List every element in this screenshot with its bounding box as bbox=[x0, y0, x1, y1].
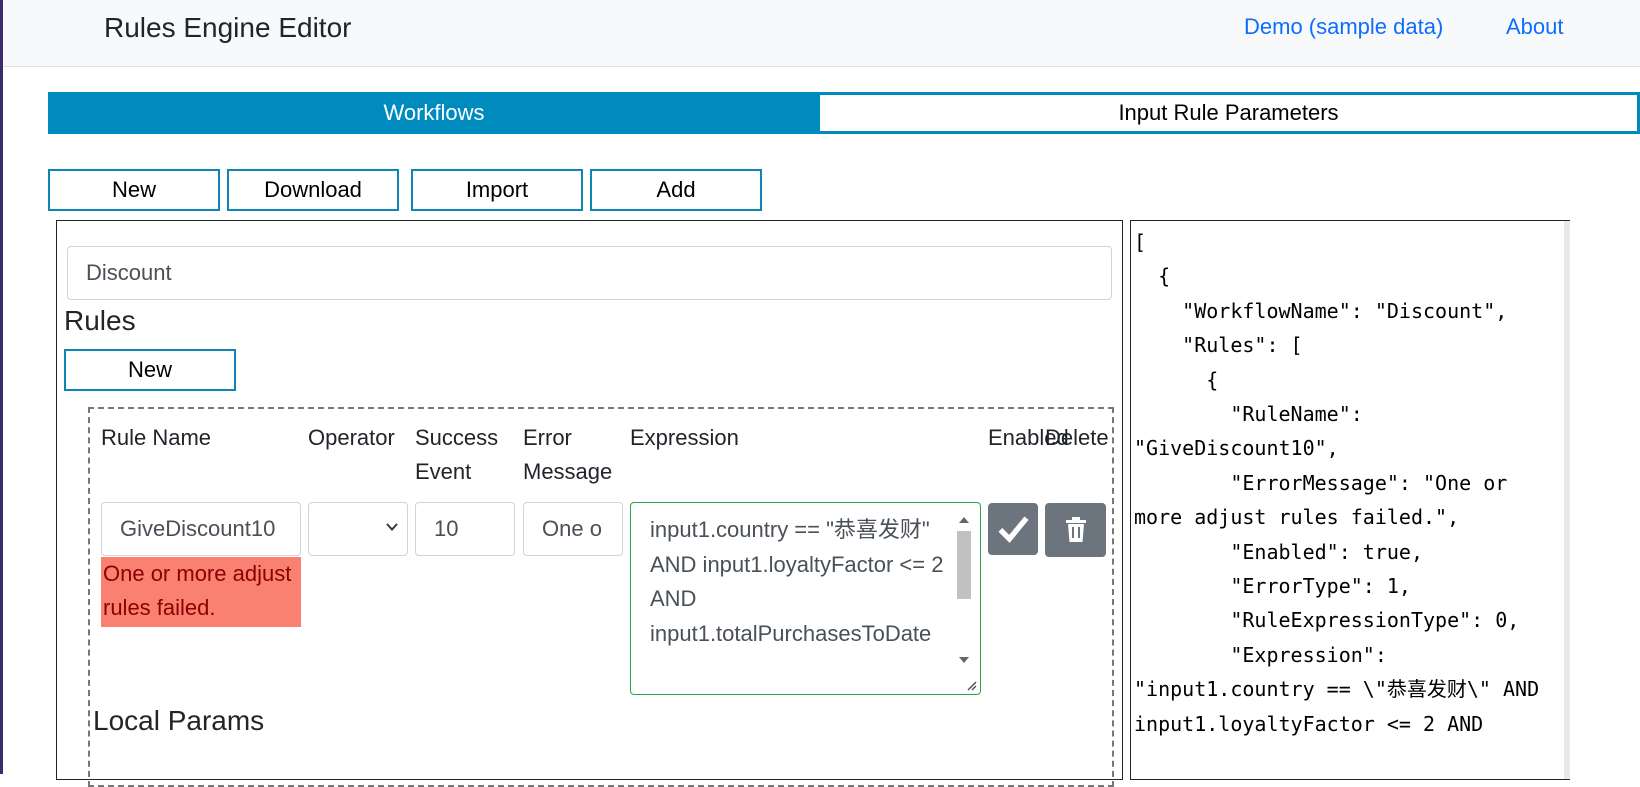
tab-workflows[interactable]: Workflows bbox=[48, 92, 820, 134]
enabled-toggle-button[interactable] bbox=[988, 503, 1038, 555]
trash-icon bbox=[1065, 517, 1086, 542]
rule-validation-error: One or more adjust rules failed. bbox=[101, 557, 301, 627]
json-preview-scrollbar[interactable] bbox=[1564, 221, 1570, 779]
expression-textarea[interactable]: input1.country == "恭喜发财" AND input1.loya… bbox=[630, 502, 981, 695]
app-title: Rules Engine Editor bbox=[104, 12, 352, 43]
top-navbar: Rules Engine Editor Demo (sample data) A… bbox=[3, 0, 1640, 67]
error-message-input[interactable]: One o bbox=[523, 502, 623, 556]
expression-text: input1.country == "恭喜发财" AND input1.loya… bbox=[650, 517, 944, 646]
rules-heading: Rules bbox=[64, 305, 136, 336]
delete-rule-button[interactable] bbox=[1045, 503, 1106, 557]
workflow-editor-panel: Rules New Rule Name Operator Success Eve… bbox=[56, 220, 1123, 787]
column-header-error-message: Error Message bbox=[523, 425, 613, 484]
column-header-success-event: Success Event bbox=[415, 425, 499, 484]
json-preview-text: [ { "WorkflowName": "Discount", "Rules":… bbox=[1134, 230, 1540, 736]
rule-editor: Rule Name Operator Success Event Error M… bbox=[88, 407, 1114, 787]
column-header-delete: Delete bbox=[1045, 425, 1109, 450]
success-event-input[interactable]: 10 bbox=[415, 502, 515, 556]
column-header-expression: Expression bbox=[630, 425, 739, 450]
operator-select[interactable] bbox=[308, 502, 408, 556]
nav-about-link[interactable]: About bbox=[1506, 14, 1564, 40]
resize-grip-icon[interactable] bbox=[965, 679, 977, 691]
tab-input-rule-parameters[interactable]: Input Rule Parameters bbox=[820, 92, 1640, 134]
json-preview-panel[interactable]: [ { "WorkflowName": "Discount", "Rules":… bbox=[1130, 220, 1570, 780]
error-message-visible-text: One o bbox=[542, 516, 602, 541]
add-button[interactable]: Add bbox=[590, 169, 762, 211]
new-rule-button[interactable]: New bbox=[64, 349, 236, 391]
new-workflow-button[interactable]: New bbox=[48, 169, 220, 211]
expression-scrollbar[interactable] bbox=[954, 511, 974, 671]
workflow-name-input[interactable] bbox=[67, 246, 1112, 300]
main-tabs: Workflows Input Rule Parameters bbox=[48, 92, 1640, 134]
check-icon bbox=[998, 516, 1029, 543]
download-button[interactable]: Download bbox=[227, 169, 399, 211]
window-left-edge bbox=[0, 0, 3, 774]
local-params-heading: Local Params bbox=[93, 705, 265, 736]
import-button[interactable]: Import bbox=[411, 169, 583, 211]
rule-name-input[interactable]: GiveDiscount10 bbox=[101, 502, 301, 556]
chevron-down-icon bbox=[386, 523, 398, 531]
nav-demo-link[interactable]: Demo (sample data) bbox=[1244, 14, 1443, 40]
column-header-operator: Operator bbox=[308, 425, 395, 450]
column-header-rule-name: Rule Name bbox=[101, 425, 212, 450]
